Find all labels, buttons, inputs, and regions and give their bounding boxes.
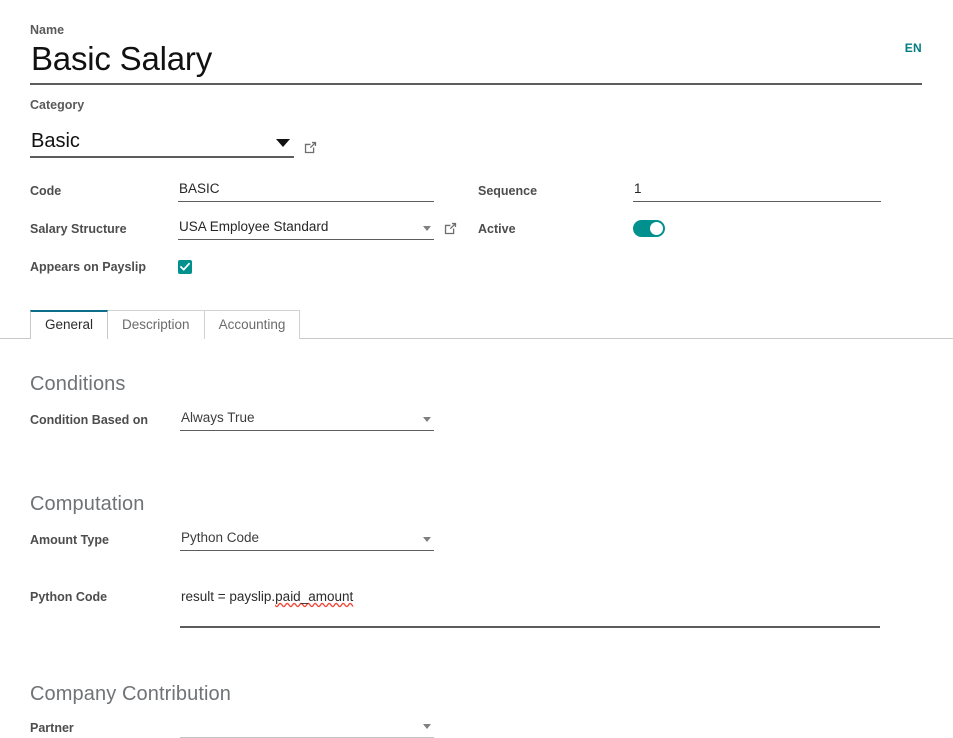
code-label: Code bbox=[30, 184, 62, 198]
company-contribution-section-title: Company Contribution bbox=[30, 683, 231, 705]
toggle-knob bbox=[650, 222, 663, 235]
active-toggle[interactable] bbox=[633, 220, 665, 237]
active-label: Active bbox=[478, 222, 516, 236]
code-input[interactable]: BASIC bbox=[178, 180, 434, 202]
amount-type-label: Amount Type bbox=[30, 533, 109, 547]
category-field-row: Basic bbox=[30, 129, 923, 158]
row-structure-active: Salary Structure USA Employee Standard A… bbox=[30, 218, 923, 246]
field-grid: Code BASIC Sequence 1 Salary Structure U… bbox=[0, 180, 953, 284]
chevron-down-icon bbox=[423, 537, 431, 542]
computation-section-title: Computation bbox=[30, 493, 145, 515]
language-badge[interactable]: EN bbox=[905, 41, 922, 55]
chevron-down-icon bbox=[423, 226, 431, 231]
sequence-input[interactable]: 1 bbox=[633, 180, 881, 202]
salary-structure-select[interactable]: USA Employee Standard bbox=[178, 218, 434, 240]
python-code-row: Python Code result = payslip.paid_amount bbox=[30, 586, 923, 628]
salary-structure-field-cell: Salary Structure USA Employee Standard bbox=[30, 218, 478, 240]
condition-based-on-select[interactable]: Always True bbox=[180, 409, 434, 431]
notebook-tabs: General Description Accounting bbox=[0, 310, 953, 340]
external-link-icon[interactable] bbox=[443, 221, 458, 236]
condition-based-on-label: Condition Based on bbox=[30, 413, 149, 427]
row-code-sequence: Code BASIC Sequence 1 bbox=[30, 180, 923, 208]
external-link-icon[interactable] bbox=[303, 140, 318, 155]
tab-description[interactable]: Description bbox=[107, 310, 205, 339]
amount-type-select[interactable]: Python Code bbox=[180, 529, 434, 551]
amount-type-value: Python Code bbox=[181, 530, 260, 545]
record-form-sheet: EN Name Category Basic Code BASIC bbox=[0, 0, 953, 738]
tab-panel-general: Conditions Condition Based on Always Tru… bbox=[0, 371, 953, 738]
form-header: EN Name Category Basic bbox=[0, 0, 953, 158]
category-select[interactable]: Basic bbox=[30, 129, 294, 158]
sequence-label: Sequence bbox=[478, 184, 538, 198]
python-code-prefix: result = payslip. bbox=[181, 589, 276, 604]
partner-label: Partner bbox=[30, 721, 74, 735]
category-label: Category bbox=[30, 98, 85, 112]
tab-general[interactable]: General bbox=[30, 310, 109, 340]
salary-structure-label: Salary Structure bbox=[30, 222, 127, 236]
tab-accounting[interactable]: Accounting bbox=[203, 310, 301, 339]
python-code-misspelled-token: paid_amount bbox=[275, 589, 354, 604]
name-label: Name bbox=[30, 23, 65, 37]
name-input[interactable] bbox=[30, 39, 922, 85]
salary-structure-value: USA Employee Standard bbox=[179, 219, 329, 234]
sequence-field-cell: Sequence 1 bbox=[478, 180, 923, 202]
partner-row: Partner bbox=[30, 717, 923, 738]
category-value: Basic bbox=[31, 130, 80, 152]
condition-based-on-row: Condition Based on Always True bbox=[30, 409, 923, 431]
row-appears-on-payslip: Appears on Payslip bbox=[30, 256, 923, 284]
python-code-textarea[interactable]: result = payslip.paid_amount bbox=[180, 586, 880, 628]
partner-select[interactable] bbox=[180, 717, 434, 738]
chevron-down-icon bbox=[423, 724, 431, 729]
code-field-cell: Code BASIC bbox=[30, 180, 478, 202]
amount-type-row: Amount Type Python Code bbox=[30, 529, 923, 551]
appears-on-payslip-cell: Appears on Payslip bbox=[30, 256, 478, 276]
appears-on-payslip-checkbox[interactable] bbox=[178, 260, 192, 274]
python-code-label: Python Code bbox=[30, 590, 108, 604]
active-field-cell: Active bbox=[478, 218, 923, 238]
chevron-down-icon bbox=[276, 139, 290, 147]
condition-based-on-value: Always True bbox=[181, 410, 255, 425]
chevron-down-icon bbox=[423, 417, 431, 422]
appears-on-payslip-label: Appears on Payslip bbox=[30, 260, 147, 274]
conditions-section-title: Conditions bbox=[30, 373, 126, 395]
